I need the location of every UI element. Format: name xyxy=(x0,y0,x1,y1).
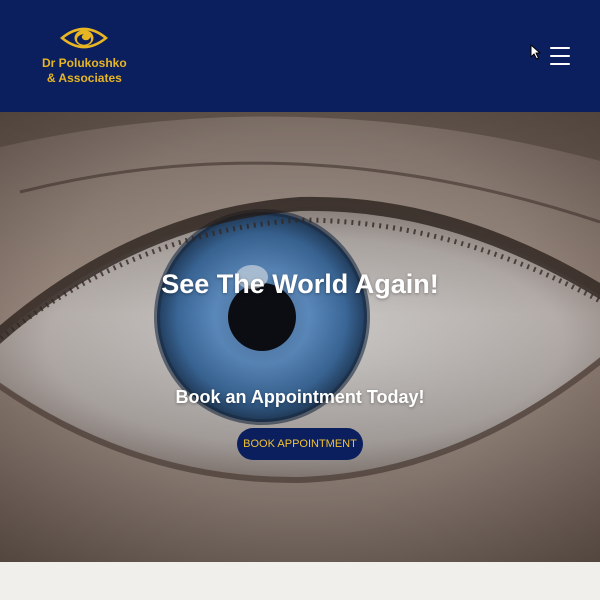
hamburger-menu-bar-middle xyxy=(550,55,570,57)
hero-title: See The World Again! xyxy=(161,269,439,300)
hamburger-menu-button[interactable] xyxy=(550,45,572,67)
brand-name-line1: Dr Polukoshko xyxy=(42,56,127,70)
mouse-pointer-icon xyxy=(530,44,541,60)
header-actions xyxy=(530,44,572,67)
eye-logo-icon xyxy=(60,27,109,49)
site-header: Dr Polukoshko & Associates xyxy=(0,0,600,112)
hero-subtitle: Book an Appointment Today! xyxy=(175,387,425,407)
brand-logo-link[interactable]: Dr Polukoshko & Associates xyxy=(42,26,127,86)
hero-section: See The World Again! Book an Appointment… xyxy=(0,112,600,562)
page: Dr Polukoshko & Associates See The World… xyxy=(0,0,600,600)
hamburger-menu-bar-bottom xyxy=(550,63,570,65)
brand-name-line2: & Associates xyxy=(46,71,122,85)
book-appointment-button[interactable]: BOOK APPOINTMENT xyxy=(237,428,363,460)
hero-eye-image xyxy=(0,112,600,562)
next-section-strip xyxy=(0,562,600,600)
hamburger-menu-icon xyxy=(550,47,570,49)
